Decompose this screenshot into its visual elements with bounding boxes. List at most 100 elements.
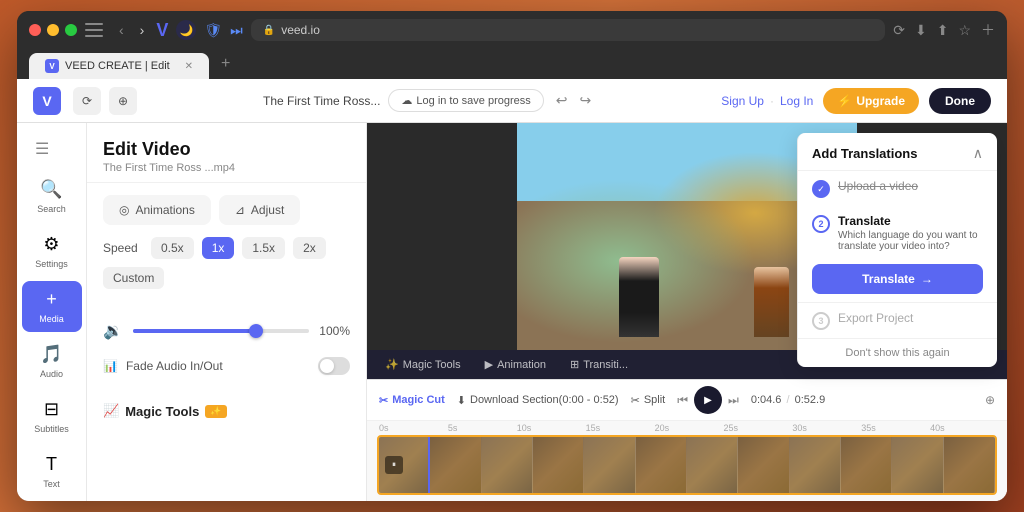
step-2-translate: 2 Translate Which language do you want t… xyxy=(798,206,997,260)
speed-1x[interactable]: 1x xyxy=(202,237,235,259)
magic-cut-button[interactable]: ✂ Magic Cut xyxy=(379,394,445,407)
text-icon: T xyxy=(46,454,57,475)
volume-slider[interactable] xyxy=(133,329,309,333)
ruler-20s: 20s xyxy=(653,423,722,433)
text-label: Text xyxy=(43,479,60,489)
tab-close-icon[interactable]: ✕ xyxy=(185,61,193,72)
ruler-35s: 35s xyxy=(859,423,928,433)
panel-title: Edit Video xyxy=(103,139,350,160)
menu-icon[interactable]: ☰ xyxy=(27,131,57,167)
timeline-track[interactable]: ⏸ xyxy=(377,435,997,495)
new-tab-icon[interactable]: ＋ xyxy=(981,20,995,40)
thumb-8 xyxy=(738,437,789,493)
veed-logo: V xyxy=(33,87,61,115)
speed-custom[interactable]: Custom xyxy=(103,267,164,289)
timeline-ruler: 0s 5s 10s 15s 20s 25s 30s 35s 40s xyxy=(367,421,1007,435)
fade-section: 📊 Fade Audio In/Out xyxy=(103,349,350,383)
transitions-tab[interactable]: ⊞ Transiti... xyxy=(560,350,638,379)
upgrade-button[interactable]: ⚡ Upgrade xyxy=(823,88,919,114)
pause-overlay-button[interactable]: ⏸ xyxy=(385,456,403,474)
thumbnail-strip xyxy=(379,437,995,493)
maximize-button[interactable] xyxy=(65,24,77,36)
speed-05x[interactable]: 0.5x xyxy=(151,237,194,259)
traffic-lights xyxy=(29,24,77,36)
cloud-icon: ☁ xyxy=(401,94,412,107)
ruler-25s: 25s xyxy=(721,423,790,433)
volume-percent: 100% xyxy=(319,324,350,338)
save-progress-button[interactable]: ☁ Log in to save progress xyxy=(388,89,543,112)
thumb-3 xyxy=(482,437,533,493)
topbar-icon-2[interactable]: ⊕ xyxy=(109,87,137,115)
topbar-icons: ⟳ ⊕ xyxy=(73,87,137,115)
topbar-right: Sign Up · Log In ⚡ Upgrade Done xyxy=(721,88,991,114)
rewind-button[interactable]: ⏮ xyxy=(677,393,688,408)
sidebar-item-settings[interactable]: ⚙ Settings xyxy=(22,226,82,277)
toggle-thumb xyxy=(320,359,334,373)
current-time: 0:04.6 / 0:52.9 xyxy=(751,394,825,406)
topbar-icon-1[interactable]: ⟳ xyxy=(73,87,101,115)
thumb-2 xyxy=(430,437,481,493)
magic-icon: 📈 xyxy=(103,403,119,419)
url-display: veed.io xyxy=(281,23,320,37)
wand-icon: ✨ xyxy=(385,358,399,371)
sidebar-item-text[interactable]: T Text xyxy=(22,446,82,497)
sidebar-item-search[interactable]: 🔍 Search xyxy=(22,171,82,222)
search-label: Search xyxy=(37,204,66,214)
speed-2x[interactable]: 2x xyxy=(293,237,326,259)
browser-tabs: V VEED CREATE | Edit ✕ + xyxy=(29,49,995,79)
forward-button[interactable]: › xyxy=(136,20,149,40)
undo-button[interactable]: ↩ xyxy=(552,90,572,111)
video-figure-2 xyxy=(754,267,789,337)
close-button[interactable] xyxy=(29,24,41,36)
dont-show-button[interactable]: Don't show this again xyxy=(798,339,997,367)
undo-redo-controls: ↩ ↪ xyxy=(552,90,595,111)
split-button[interactable]: ✂ Split xyxy=(631,394,666,407)
ruler-5s: 5s xyxy=(446,423,515,433)
video-title: The First Time Ross... xyxy=(263,94,380,108)
main-layout: ☰ 🔍 Search ⚙ Settings + Media 🎵 Audio xyxy=(17,123,1007,501)
speed-15x[interactable]: 1.5x xyxy=(242,237,285,259)
auth-links: Sign Up · Log In xyxy=(721,94,813,108)
adjust-icon: ⊿ xyxy=(235,203,245,217)
animation-icon: ▶ xyxy=(485,358,493,371)
fade-toggle[interactable] xyxy=(318,357,350,375)
collapse-button[interactable]: ∧ xyxy=(973,145,983,162)
animations-tab[interactable]: ◎ Animations xyxy=(103,195,211,225)
download-section-button[interactable]: ⬇ Download Section(0:00 - 0:52) xyxy=(457,394,619,407)
login-link[interactable]: Log In xyxy=(780,94,813,108)
back-button[interactable]: ‹ xyxy=(115,20,128,40)
animation-tab[interactable]: ▶ Animation xyxy=(475,350,556,379)
minimize-button[interactable] xyxy=(47,24,59,36)
play-button[interactable]: ▶ xyxy=(694,386,722,414)
signup-link[interactable]: Sign Up xyxy=(721,94,764,108)
done-button[interactable]: Done xyxy=(929,88,991,114)
redo-button[interactable]: ↪ xyxy=(576,90,596,111)
volume-thumb[interactable] xyxy=(249,324,263,338)
dark-mode-icon[interactable]: 🌙 xyxy=(176,20,196,40)
share-icon[interactable]: ⬆ xyxy=(937,22,949,39)
sidebar-item-subtitles[interactable]: ⊟ Subtitles xyxy=(22,391,82,442)
timeline-area[interactable]: 0s 5s 10s 15s 20s 25s 30s 35s 40s xyxy=(367,421,1007,501)
sidebar-item-media[interactable]: + Media xyxy=(22,281,82,332)
address-bar[interactable]: 🔒 veed.io xyxy=(251,19,885,41)
translate-button[interactable]: Translate → xyxy=(812,264,983,294)
playhead[interactable] xyxy=(428,435,430,495)
active-tab[interactable]: V VEED CREATE | Edit ✕ xyxy=(29,53,209,79)
subtitles-icon: ⊟ xyxy=(44,399,59,420)
reload-icon[interactable]: ⟳ xyxy=(893,22,905,39)
sidebar-item-audio[interactable]: 🎵 Audio xyxy=(22,336,82,387)
veed-nav-logo: V xyxy=(156,20,168,41)
browser-nav: ‹ › V 🌙 🛡 ⏭ 🔒 veed.io ⟳ ⬇ ⬆ ☆ ＋ xyxy=(85,19,995,41)
ruler-15s: 15s xyxy=(584,423,653,433)
fast-forward-button[interactable]: ⏭ xyxy=(728,393,739,408)
download-icon[interactable]: ⬇ xyxy=(915,22,927,39)
ruler-10s: 10s xyxy=(515,423,584,433)
new-tab-button[interactable]: + xyxy=(209,49,242,79)
thumb-6 xyxy=(636,437,687,493)
sidebar-toggle[interactable] xyxy=(85,23,103,37)
lightning-icon: ⚡ xyxy=(837,94,852,108)
zoom-icon[interactable]: ⊕ xyxy=(985,393,995,407)
bookmark-icon[interactable]: ☆ xyxy=(958,22,971,39)
magic-tools-tab[interactable]: ✨ Magic Tools xyxy=(375,350,471,379)
adjust-tab[interactable]: ⊿ Adjust xyxy=(219,195,300,225)
